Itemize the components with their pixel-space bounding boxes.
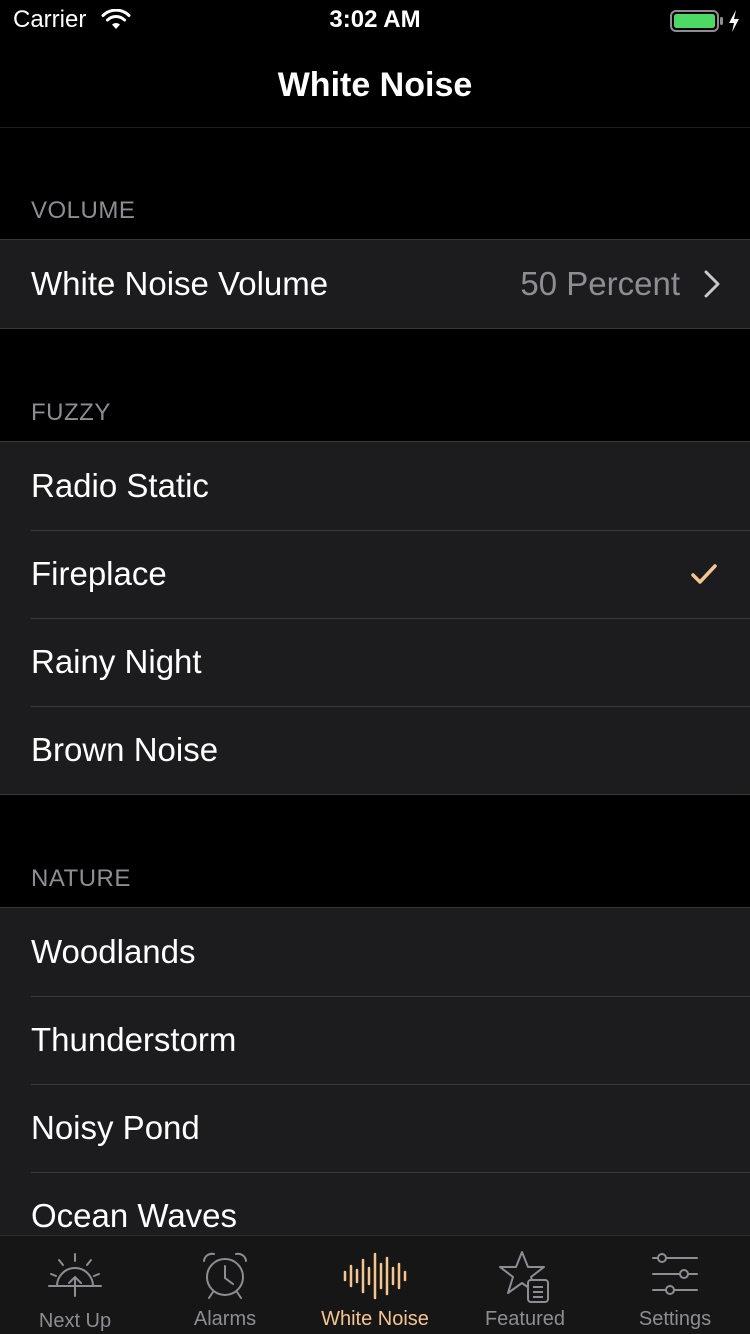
tab-settings[interactable]: Settings — [600, 1236, 750, 1334]
list-item-woodlands[interactable]: Woodlands — [0, 908, 750, 996]
tab-label: Alarms — [193, 1308, 257, 1330]
nature-group: Woodlands Thunderstorm Noisy Pond Ocean … — [0, 907, 750, 1235]
list-item-label: Rainy Night — [31, 643, 202, 680]
volume-group: White Noise Volume 50 Percent — [0, 239, 750, 329]
section-header-label: NATURE — [31, 865, 131, 892]
list-item-label: Noisy Pond — [31, 1109, 200, 1146]
list-item-label: Fireplace — [31, 555, 167, 592]
page-title: White Noise — [277, 66, 473, 104]
tab-next-up[interactable]: Next Up — [0, 1236, 150, 1334]
alarm-clock-icon — [203, 1252, 247, 1299]
volume-value: 50 Percent — [520, 265, 680, 302]
section-header-nature: NATURE — [0, 795, 750, 907]
list-item-label: Ocean Waves — [31, 1197, 238, 1234]
list-item-label: Radio Static — [31, 467, 209, 504]
section-header-volume: VOLUME — [0, 129, 750, 239]
status-bar: Carrier 3:02 AM — [0, 0, 750, 40]
row-label: White Noise Volume — [31, 265, 329, 302]
waveform-icon — [343, 1252, 407, 1300]
tab-label: White Noise — [321, 1308, 429, 1330]
white-noise-volume-row[interactable]: White Noise Volume 50 Percent — [0, 240, 750, 328]
tab-label: Next Up — [38, 1310, 112, 1332]
settings-list[interactable]: VOLUME White Noise Volume 50 Percent FUZ… — [0, 129, 750, 1235]
list-item-label: Brown Noise — [31, 731, 219, 768]
checkmark-icon — [691, 564, 717, 584]
list-item-noisy-pond[interactable]: Noisy Pond — [0, 1084, 750, 1172]
fuzzy-group: Radio Static Fireplace Rainy Night Brown… — [0, 441, 750, 795]
list-item-ocean-waves[interactable]: Ocean Waves — [0, 1172, 750, 1235]
list-item-radio-static[interactable]: Radio Static — [0, 442, 750, 530]
tab-white-noise[interactable]: White Noise — [300, 1236, 450, 1334]
list-item-label: Woodlands — [31, 933, 196, 970]
star-document-icon — [499, 1251, 549, 1303]
list-item-label: Thunderstorm — [31, 1021, 237, 1058]
section-header-fuzzy: FUZZY — [0, 329, 750, 441]
navigation-bar: White Noise — [0, 40, 750, 128]
charging-bolt-icon — [729, 10, 739, 32]
tab-label: Featured — [484, 1308, 566, 1330]
tab-bar: Next Up Alarms White Noise Featured Sett… — [0, 1235, 750, 1334]
sliders-icon — [652, 1253, 698, 1295]
chevron-right-icon — [704, 270, 720, 298]
section-header-label: VOLUME — [31, 197, 136, 224]
list-item-rainy-night[interactable]: Rainy Night — [0, 618, 750, 706]
list-item-thunderstorm[interactable]: Thunderstorm — [0, 996, 750, 1084]
clock-time: 3:02 AM — [329, 6, 421, 33]
tab-label: Settings — [638, 1308, 712, 1330]
list-item-brown-noise[interactable]: Brown Noise — [0, 706, 750, 794]
tab-featured[interactable]: Featured — [450, 1236, 600, 1334]
list-item-fireplace[interactable]: Fireplace — [0, 530, 750, 618]
battery-icon — [670, 10, 723, 32]
tab-alarms[interactable]: Alarms — [150, 1236, 300, 1334]
section-header-label: FUZZY — [31, 399, 111, 426]
sunrise-icon — [48, 1253, 102, 1297]
